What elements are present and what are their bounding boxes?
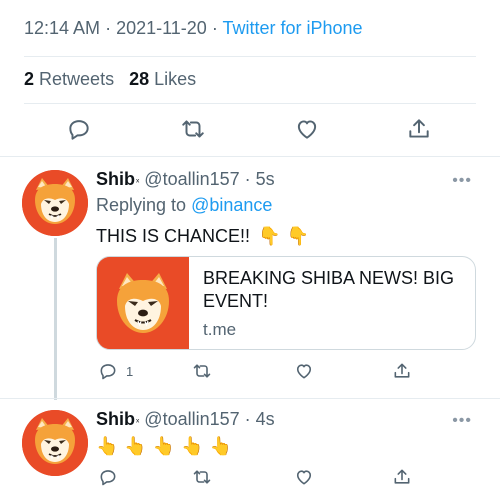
divider	[0, 398, 500, 399]
replying-to: Replying to @binance	[96, 195, 272, 216]
retweets-label: Retweets	[39, 69, 115, 89]
user-handle[interactable]: @toallin157	[144, 409, 239, 429]
reply-icon	[69, 120, 89, 140]
link-preview-card[interactable]: BREAKING SHIBA NEWS! BIG EVENT! t.me	[96, 256, 476, 350]
reply-time[interactable]: · 5s	[245, 169, 275, 189]
like-icon	[296, 364, 312, 379]
like-button[interactable]	[294, 466, 314, 488]
reply-button[interactable]: 1	[98, 360, 133, 382]
divider	[24, 56, 476, 57]
tweet-action-bar	[0, 116, 500, 146]
retweet-button[interactable]	[180, 116, 208, 144]
reply-time[interactable]: · 4s	[245, 409, 275, 429]
share-button[interactable]	[392, 466, 412, 488]
display-name[interactable]: Shib	[96, 409, 135, 429]
share-icon	[394, 363, 410, 378]
meta-separator-2: ·	[206, 18, 223, 38]
divider	[0, 156, 500, 157]
reply-action-bar: 1	[96, 360, 430, 382]
shiba-inu-logo	[22, 410, 88, 476]
replying-to-label: Replying to	[96, 195, 187, 215]
name-badge: ₓ	[136, 174, 140, 185]
retweets-count: 2	[24, 69, 35, 89]
more-options-icon[interactable]: •••	[452, 172, 472, 190]
reply-count: 1	[126, 363, 134, 379]
reply-icon	[100, 364, 116, 380]
share-icon	[394, 469, 410, 484]
like-button[interactable]	[294, 116, 322, 144]
pointing-up-emoji: 👆	[209, 436, 233, 456]
like-button[interactable]	[294, 360, 314, 382]
likes-count: 28	[129, 69, 150, 89]
more-options-icon[interactable]: •••	[452, 412, 472, 430]
tweet-date: 2021-11-20	[116, 18, 207, 38]
tweet-text: THIS IS CHANCE!! 👇 👇	[96, 226, 315, 247]
mention-link[interactable]: @binance	[191, 195, 272, 215]
tweet-stats: 2 Retweets 28 Likes	[24, 69, 196, 90]
pointing-down-emoji: 👇	[258, 226, 281, 246]
share-button[interactable]	[406, 116, 434, 144]
avatar[interactable]	[22, 170, 88, 236]
tweet-time: 12:14 AM	[24, 18, 101, 38]
shiba-inu-logo	[22, 170, 88, 236]
avatar[interactable]	[22, 410, 88, 476]
retweet-button[interactable]	[192, 466, 212, 488]
pointing-down-emoji: 👇	[286, 226, 309, 246]
name-badge: ₓ	[136, 414, 140, 425]
reply-button[interactable]	[66, 116, 94, 144]
like-icon	[296, 470, 312, 485]
card-title: BREAKING SHIBA NEWS! BIG EVENT!	[203, 268, 455, 311]
meta-separator: ·	[100, 18, 117, 38]
pointing-up-emoji: 👆	[181, 436, 204, 456]
divider	[24, 103, 476, 104]
user-handle[interactable]: @toallin157	[144, 169, 239, 189]
retweets-stat[interactable]: 2 Retweets	[24, 69, 114, 89]
share-icon	[409, 119, 429, 138]
tweet-source-link[interactable]: Twitter for iPhone	[222, 18, 362, 38]
tweet-text-content: THIS IS CHANCE!!	[96, 226, 251, 246]
tweet-text: 👆 👆 👆 👆 👆	[96, 436, 238, 457]
card-text: BREAKING SHIBA NEWS! BIG EVENT! t.me	[203, 267, 465, 340]
tweet-timestamp[interactable]: 12:14 AM · 2021-11-20 · Twitter for iPho…	[24, 18, 363, 39]
retweet-icon	[182, 120, 204, 138]
like-icon	[297, 120, 317, 139]
pointing-up-emoji: 👆	[96, 436, 119, 456]
display-name[interactable]: Shib	[96, 169, 135, 189]
card-thumbnail	[97, 257, 189, 349]
retweet-icon	[193, 470, 211, 484]
pointing-up-emoji: 👆	[124, 436, 147, 456]
shiba-inu-logo	[97, 257, 189, 349]
retweet-icon	[193, 364, 211, 378]
reply-action-bar	[96, 466, 430, 488]
share-button[interactable]	[392, 360, 412, 382]
thread-connector-line	[54, 238, 57, 400]
reply-header: Shibₓ @toallin157 · 5s	[96, 169, 275, 190]
likes-label: Likes	[154, 69, 197, 89]
card-domain: t.me	[203, 320, 237, 339]
likes-stat[interactable]: 28 Likes	[129, 69, 196, 89]
reply-header: Shibₓ @toallin157 · 4s	[96, 409, 275, 430]
pointing-up-emoji: 👆	[152, 436, 176, 456]
retweet-button[interactable]	[192, 360, 212, 382]
reply-icon	[100, 470, 116, 486]
reply-button[interactable]	[98, 466, 118, 488]
